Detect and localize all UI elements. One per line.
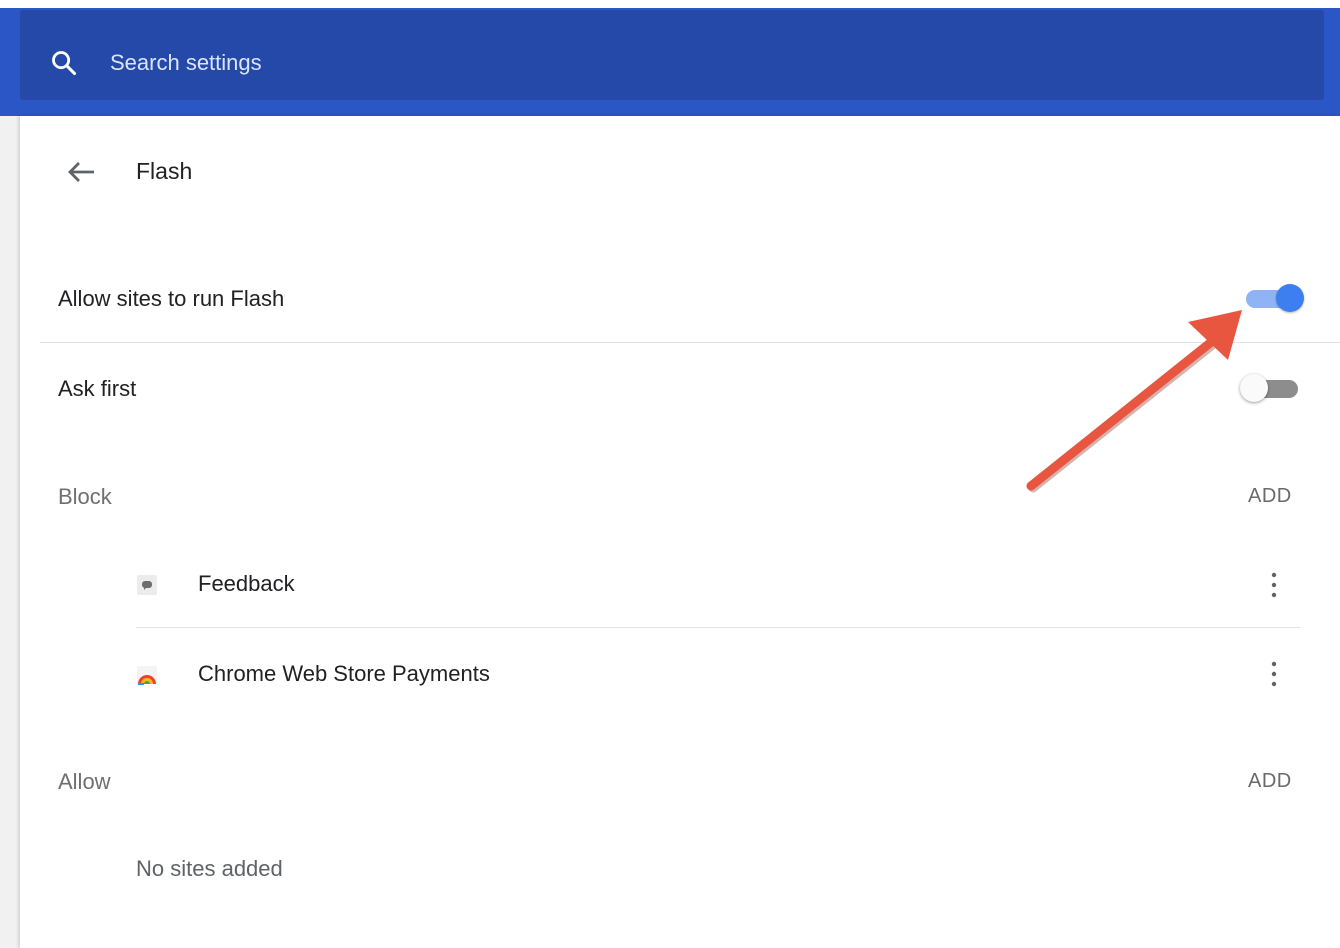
flash-settings-card: Flash Allow sites to run Flash Ask first… xyxy=(20,116,1340,948)
allow-add-button[interactable]: ADD xyxy=(1248,770,1292,793)
search-icon[interactable] xyxy=(50,49,78,77)
toggle-knob xyxy=(1240,374,1268,402)
search-input[interactable] xyxy=(108,46,1212,80)
block-add-button[interactable]: ADD xyxy=(1248,485,1292,508)
site-name: Feedback xyxy=(198,571,295,596)
allow-flash-toggle[interactable] xyxy=(1244,283,1304,313)
more-vert-icon[interactable] xyxy=(1264,657,1284,691)
page-shade xyxy=(0,116,20,948)
toggle-knob xyxy=(1276,284,1304,312)
allow-flash-label: Allow sites to run Flash xyxy=(58,286,285,311)
back-arrow-icon[interactable] xyxy=(64,154,100,190)
settings-header xyxy=(0,8,1340,116)
site-name: Chrome Web Store Payments xyxy=(198,661,490,686)
chrome-web-store-icon xyxy=(137,666,157,685)
ask-first-label: Ask first xyxy=(58,376,137,401)
feedback-icon xyxy=(137,575,157,595)
divider xyxy=(136,627,1300,628)
more-vert-icon[interactable] xyxy=(1264,568,1284,602)
allow-section-label: Allow xyxy=(58,769,111,794)
block-section-label: Block xyxy=(58,484,112,509)
no-sites-text: No sites added xyxy=(136,856,283,881)
top-strip xyxy=(0,0,1340,8)
page-title: Flash xyxy=(136,158,193,184)
divider xyxy=(40,342,1340,343)
ask-first-toggle[interactable] xyxy=(1240,373,1300,403)
